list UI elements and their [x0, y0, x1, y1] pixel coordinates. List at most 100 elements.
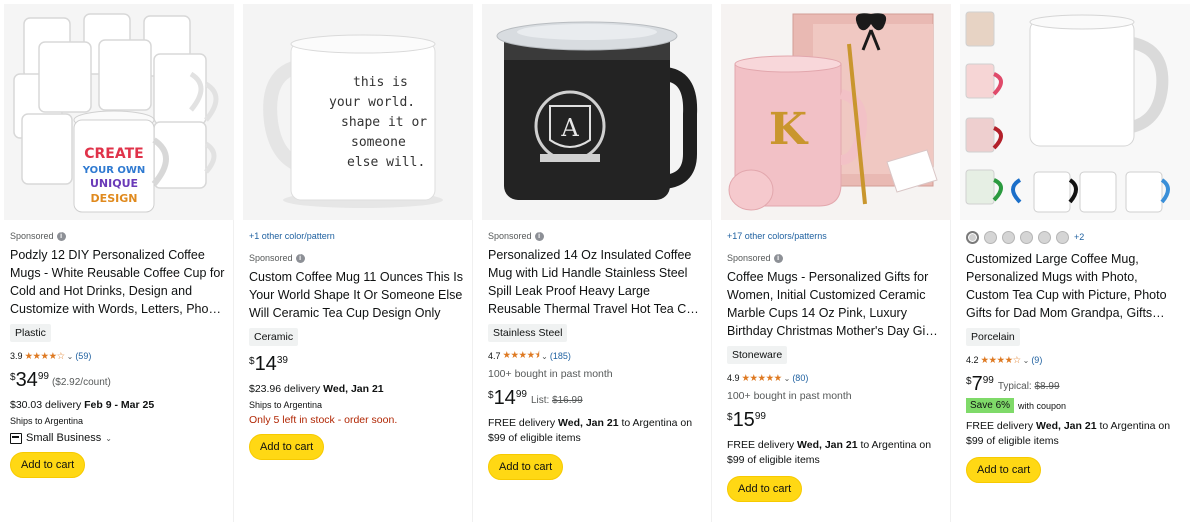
- material-badge: Ceramic: [249, 328, 299, 346]
- price-fraction: 99: [37, 371, 49, 382]
- rating-value: 4.7: [488, 351, 501, 361]
- product-image-1[interactable]: CREATE YOUR OWN UNIQUE DESIGN: [4, 4, 234, 220]
- typical-label: Typical:: [997, 381, 1032, 392]
- photo-mugs-image: [960, 4, 1190, 220]
- add-to-cart-button[interactable]: Add to cart: [727, 476, 803, 502]
- ships-to: Ships to Argentina: [10, 416, 84, 426]
- price-whole: 14: [493, 387, 516, 409]
- add-to-cart-button[interactable]: Add to cart: [10, 452, 86, 478]
- rating-row[interactable]: 4.2 ★★★★☆ ⌄ (9): [966, 354, 1184, 366]
- typical-price-value: $8.99: [1034, 381, 1060, 392]
- swatch-5[interactable]: [1038, 230, 1051, 244]
- swatch-6[interactable]: [1056, 230, 1069, 244]
- delivery-info: FREE delivery Wed, Jan 21 to Argentina o…: [727, 438, 944, 468]
- sponsored-label[interactable]: Sponsored i: [727, 250, 944, 266]
- add-to-cart-button[interactable]: Add to cart: [249, 434, 325, 460]
- small-business-badge[interactable]: Small Business ⌄: [10, 432, 227, 444]
- star-rating-icon: ★★★★☆: [980, 354, 1022, 366]
- info-icon[interactable]: i: [56, 231, 66, 241]
- rating-value: 3.9: [10, 351, 23, 361]
- delivery-dates: Wed, Jan 21: [323, 383, 384, 395]
- price-per-unit: ($2.92/count): [51, 377, 111, 388]
- list-label: List:: [530, 395, 550, 406]
- price[interactable]: $ 15 99: [727, 410, 944, 432]
- chevron-down-icon[interactable]: ⌄: [67, 352, 74, 361]
- product-image-3[interactable]: A: [482, 4, 712, 220]
- material-badge: Stainless Steel: [488, 324, 568, 342]
- svg-text:A: A: [560, 114, 579, 142]
- coupon[interactable]: Save 6% with coupon: [966, 398, 1184, 413]
- more-swatches-link[interactable]: +2: [1074, 232, 1084, 242]
- delivery-dates: Wed, Jan 21: [797, 439, 858, 451]
- product-title[interactable]: Podzly 12 DIY Personalized Coffee Mugs -…: [10, 246, 227, 318]
- other-colors-link[interactable]: +17 other colors/patterns: [727, 228, 944, 244]
- product-image-4[interactable]: K: [721, 4, 951, 220]
- swatch-2[interactable]: [984, 230, 997, 244]
- sponsored-label[interactable]: Sponsored i: [488, 228, 705, 244]
- review-count-link[interactable]: (80): [792, 373, 808, 383]
- swatch-1[interactable]: [966, 230, 979, 244]
- price-whole: 34: [15, 369, 38, 391]
- delivery-info: $30.03 delivery Feb 9 - Mar 25: [10, 398, 227, 413]
- product-card-2: this is your world. shape it or someone …: [243, 4, 473, 522]
- rating-row[interactable]: 4.7 ★★★★⯨ ⌄ (185): [488, 350, 705, 362]
- price[interactable]: $ 14 39: [249, 354, 466, 376]
- delivery-info: FREE delivery Wed, Jan 21 to Argentina o…: [966, 419, 1184, 449]
- product-image-2[interactable]: this is your world. shape it or someone …: [243, 4, 473, 220]
- small-business-label: Small Business: [26, 432, 102, 444]
- product-title[interactable]: Personalized 14 Oz Insulated Coffee Mug …: [488, 246, 705, 318]
- bought-count: 100+ bought in past month: [488, 368, 613, 380]
- info-icon[interactable]: i: [773, 253, 783, 263]
- chevron-down-icon[interactable]: ⌄: [541, 352, 548, 361]
- material-badge: Stoneware: [727, 346, 788, 364]
- swatch-4[interactable]: [1020, 230, 1033, 244]
- price[interactable]: $ 7 99 Typical: $8.99: [966, 374, 1184, 396]
- other-colors-link[interactable]: +1 other color/pattern: [249, 228, 466, 244]
- info-icon[interactable]: i: [534, 231, 544, 241]
- product-card-1: CREATE YOUR OWN UNIQUE DESIGN Sponsored …: [4, 4, 234, 522]
- chevron-down-icon[interactable]: ⌄: [1023, 356, 1030, 365]
- price-fraction: 99: [515, 389, 527, 400]
- review-count-link[interactable]: (185): [550, 351, 571, 361]
- product-grid: CREATE YOUR OWN UNIQUE DESIGN Sponsored …: [4, 4, 1190, 522]
- product-image-5[interactable]: [960, 4, 1190, 220]
- mug-image: this is your world. shape it or someone …: [243, 4, 473, 220]
- price-fraction: 99: [754, 411, 766, 422]
- sponsored-label[interactable]: Sponsored i: [10, 228, 227, 244]
- sponsored-text: Sponsored: [10, 231, 54, 241]
- svg-text:shape it or: shape it or: [341, 115, 427, 130]
- add-to-cart-button[interactable]: Add to cart: [966, 457, 1042, 483]
- ships-to: Ships to Argentina: [249, 400, 323, 410]
- info-icon[interactable]: i: [295, 253, 305, 263]
- price-fraction: 39: [276, 355, 288, 366]
- product-title[interactable]: Custom Coffee Mug 11 Ounces This Is Your…: [249, 268, 466, 322]
- material-badge: Plastic: [10, 324, 51, 342]
- list-price: List: $16.99: [531, 395, 583, 406]
- add-to-cart-button[interactable]: Add to cart: [488, 454, 564, 480]
- product-card-5: +2 Customized Large Coffee Mug, Personal…: [960, 4, 1190, 522]
- rating-value: 4.9: [727, 373, 740, 383]
- price[interactable]: $ 34 99 ($2.92/count): [10, 370, 227, 392]
- chevron-down-icon[interactable]: ⌄: [105, 434, 112, 443]
- price-whole: 14: [254, 353, 277, 375]
- review-count-link[interactable]: (9): [1031, 355, 1042, 365]
- rating-value: 4.2: [966, 355, 979, 365]
- svg-text:CREATE: CREATE: [84, 146, 143, 162]
- rating-row[interactable]: 4.9 ★★★★★ ⌄ (80): [727, 372, 944, 384]
- chevron-down-icon[interactable]: ⌄: [784, 374, 791, 383]
- bought-count: 100+ bought in past month: [727, 390, 852, 402]
- price[interactable]: $ 14 99 List: $16.99: [488, 388, 705, 410]
- product-title[interactable]: Customized Large Coffee Mug, Personalize…: [966, 250, 1184, 322]
- stock-warning: Only 5 left in stock - order soon.: [249, 414, 398, 426]
- typical-price: Typical: $8.99: [998, 381, 1060, 392]
- delivery-prefix: FREE delivery: [966, 420, 1034, 432]
- swatch-3[interactable]: [1002, 230, 1015, 244]
- rating-row[interactable]: 3.9 ★★★★☆ ⌄ (59): [10, 350, 227, 362]
- tumbler-image: A: [482, 4, 712, 220]
- color-swatches: +2: [966, 228, 1184, 246]
- price-whole: 15: [732, 409, 755, 431]
- product-title[interactable]: Coffee Mugs - Personalized Gifts for Wom…: [727, 268, 944, 340]
- sponsored-label[interactable]: Sponsored i: [249, 250, 466, 266]
- star-rating-icon: ★★★★⯨: [502, 350, 540, 361]
- review-count-link[interactable]: (59): [75, 351, 91, 361]
